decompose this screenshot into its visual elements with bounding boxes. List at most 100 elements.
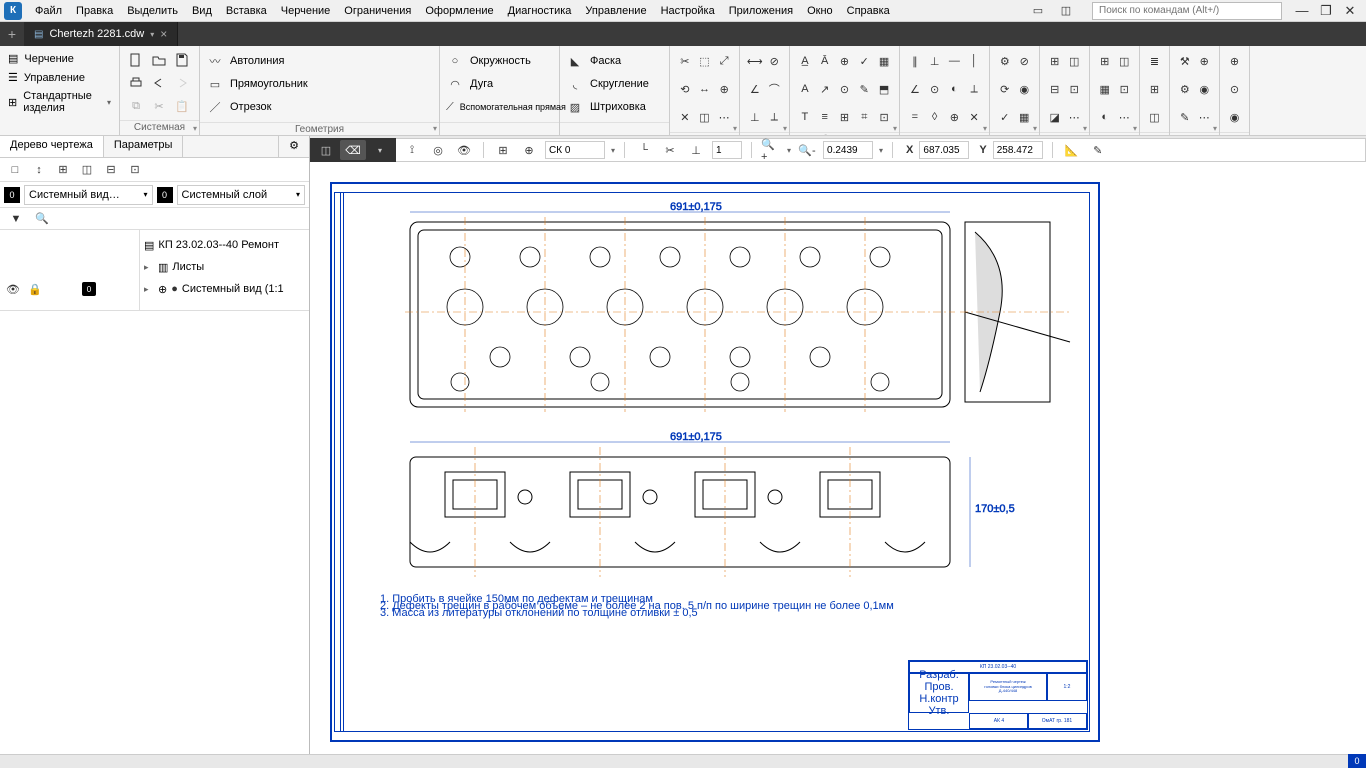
tool-icon[interactable]: ⚙ [1176,79,1194,99]
tool-icon[interactable]: ∠ [746,79,764,99]
arc-icon[interactable]: ◠ [446,75,464,93]
chamfer-button[interactable]: Фаска [590,55,621,67]
zoom-in-icon[interactable]: 🔍+ [761,140,781,160]
tool-icon[interactable]: ⬒ [875,79,893,99]
tool-icon[interactable]: ✎ [855,79,873,99]
tool-icon[interactable]: A [796,79,814,99]
menu-layout[interactable]: Оформление [418,3,500,19]
tree-tool-icon[interactable]: ⊡ [126,161,144,179]
tool-icon[interactable]: ✓ [855,51,873,71]
zoom-field[interactable] [823,141,873,159]
tool-icon[interactable]: ◉ [1196,79,1214,99]
tool-icon[interactable]: ◫ [696,107,714,127]
hatch-icon[interactable]: ▨ [566,98,584,116]
menu-settings[interactable]: Настройка [654,3,722,19]
tool-icon[interactable]: ⊕ [946,107,964,127]
tool-icon[interactable]: ∠ [906,79,924,99]
tool-icon[interactable]: ⟲ [676,79,694,99]
visibility-icon[interactable]: 👁 [4,280,22,298]
rect-icon[interactable]: ▭ [206,75,224,93]
undo-button[interactable] [149,73,169,93]
tool-icon[interactable]: ⊡ [1116,79,1134,99]
tool-icon[interactable]: ▦ [1096,79,1114,99]
tree-system-view[interactable]: ▸ ⊕ ● Системный вид (1:1 [140,278,309,300]
menu-manage[interactable]: Управление [578,3,653,19]
filter-icon[interactable]: ▼ [6,209,26,229]
fillet-button[interactable]: Скругление [590,78,649,90]
auxline-button[interactable]: Вспомогательная прямая [460,103,566,112]
cut-button[interactable]: ✂ [149,96,169,116]
tool-icon[interactable]: ↔ [696,79,714,99]
tool-icon[interactable]: ✕ [676,107,694,127]
circle-icon[interactable]: ○ [446,52,464,70]
panel-settings-button[interactable]: ⚙ [278,136,309,157]
menu-edit[interactable]: Правка [69,3,120,19]
tool-icon[interactable]: ✕ [965,107,983,127]
tree-tool-icon[interactable]: ↕ [30,161,48,179]
tool-icon[interactable]: ⬚ [696,51,714,71]
view-selector[interactable]: Системный вид…▾ [24,185,153,205]
tool-icon[interactable]: ⋯ [1116,107,1134,127]
snap-toggle-icon[interactable]: ✂ [660,140,680,160]
tool-icon[interactable]: ✎ [1176,107,1194,127]
tool-icon[interactable]: ◫ [1146,107,1163,127]
tool-icon[interactable]: ◐ [1096,107,1114,127]
auxline-icon[interactable]: ⟋ [446,98,454,116]
tool-icon[interactable]: ▦ [1016,107,1034,127]
menu-select[interactable]: Выделить [120,3,185,19]
tool-icon[interactable]: ⊕ [1196,51,1214,71]
mode-management[interactable]: ☰ Управление [6,69,113,86]
tool-icon[interactable]: ⊥ [746,107,764,127]
snap-icon[interactable]: ⟟ [402,140,422,160]
tool-icon[interactable]: ⊥ [926,51,944,71]
layout-split-icon[interactable]: ◫ [1056,1,1076,21]
command-search-input[interactable] [1092,2,1282,20]
window-minimize-button[interactable]: — [1290,3,1314,18]
paste-button[interactable]: 📋 [172,96,192,116]
tool-icon[interactable]: ⊞ [1096,51,1114,71]
tool-icon[interactable]: Ā [816,51,834,71]
tree-tool-icon[interactable]: □ [6,161,24,179]
tool-icon[interactable]: ▦ [875,51,893,71]
tool-icon[interactable]: — [946,51,964,71]
circle-button[interactable]: Окружность [470,55,531,67]
tree-sheets[interactable]: ▸ ▥ Листы [140,256,309,278]
tool-icon[interactable]: ⊕ [836,51,854,71]
x-coord-field[interactable] [919,141,969,159]
tool-icon[interactable]: ⊕ [1226,51,1243,71]
tool-icon[interactable]: ✂ [676,51,694,71]
menu-constraints[interactable]: Ограничения [337,3,418,19]
menu-insert[interactable]: Вставка [219,3,274,19]
ortho-icon[interactable]: └ [634,140,654,160]
new-doc-button[interactable] [126,50,146,70]
tool-icon[interactable]: │ [965,51,983,71]
tool-icon[interactable]: ⊙ [836,79,854,99]
layer-selector[interactable]: Системный слой▾ [177,185,306,205]
tool-icon[interactable]: ⊟ [1046,79,1064,99]
tool-icon[interactable]: ⟂ [766,107,784,127]
panel-tab-params[interactable]: Параметры [104,136,184,157]
coordinate-system-field[interactable] [545,141,605,159]
tool-icon[interactable]: ◊ [926,107,944,127]
step-field[interactable] [712,141,742,159]
tool-icon[interactable]: ◉ [1226,107,1243,127]
panel-tab-tree[interactable]: Дерево чертежа [0,136,104,157]
tree-tool-icon[interactable]: ⊟ [102,161,120,179]
tool-icon[interactable]: ⊘ [766,51,784,71]
menu-diagnostics[interactable]: Диагностика [501,3,579,19]
open-button[interactable] [149,50,169,70]
snap-icon[interactable]: 👁 [454,140,474,160]
tool-icon[interactable]: ⊞ [1146,79,1163,99]
hatch-button[interactable]: Штриховка [590,101,646,113]
tool-icon[interactable]: ⊘ [1016,51,1034,71]
tool-icon[interactable]: A̲ [796,51,814,71]
mode-drawing[interactable]: ▤ Черчение [6,50,113,67]
tool-icon[interactable]: ⋯ [1196,107,1214,127]
tool-icon[interactable]: ⟂ [965,79,983,99]
tool-icon[interactable]: ⌗ [855,107,873,127]
chevron-down-icon[interactable]: ▾ [611,146,615,155]
rect-button[interactable]: Прямоугольник [230,78,308,90]
tool-icon[interactable]: ⊞ [1046,51,1064,71]
step-icon[interactable]: ⊥ [686,140,706,160]
eyedropper-icon[interactable]: ✎ [1088,140,1108,160]
